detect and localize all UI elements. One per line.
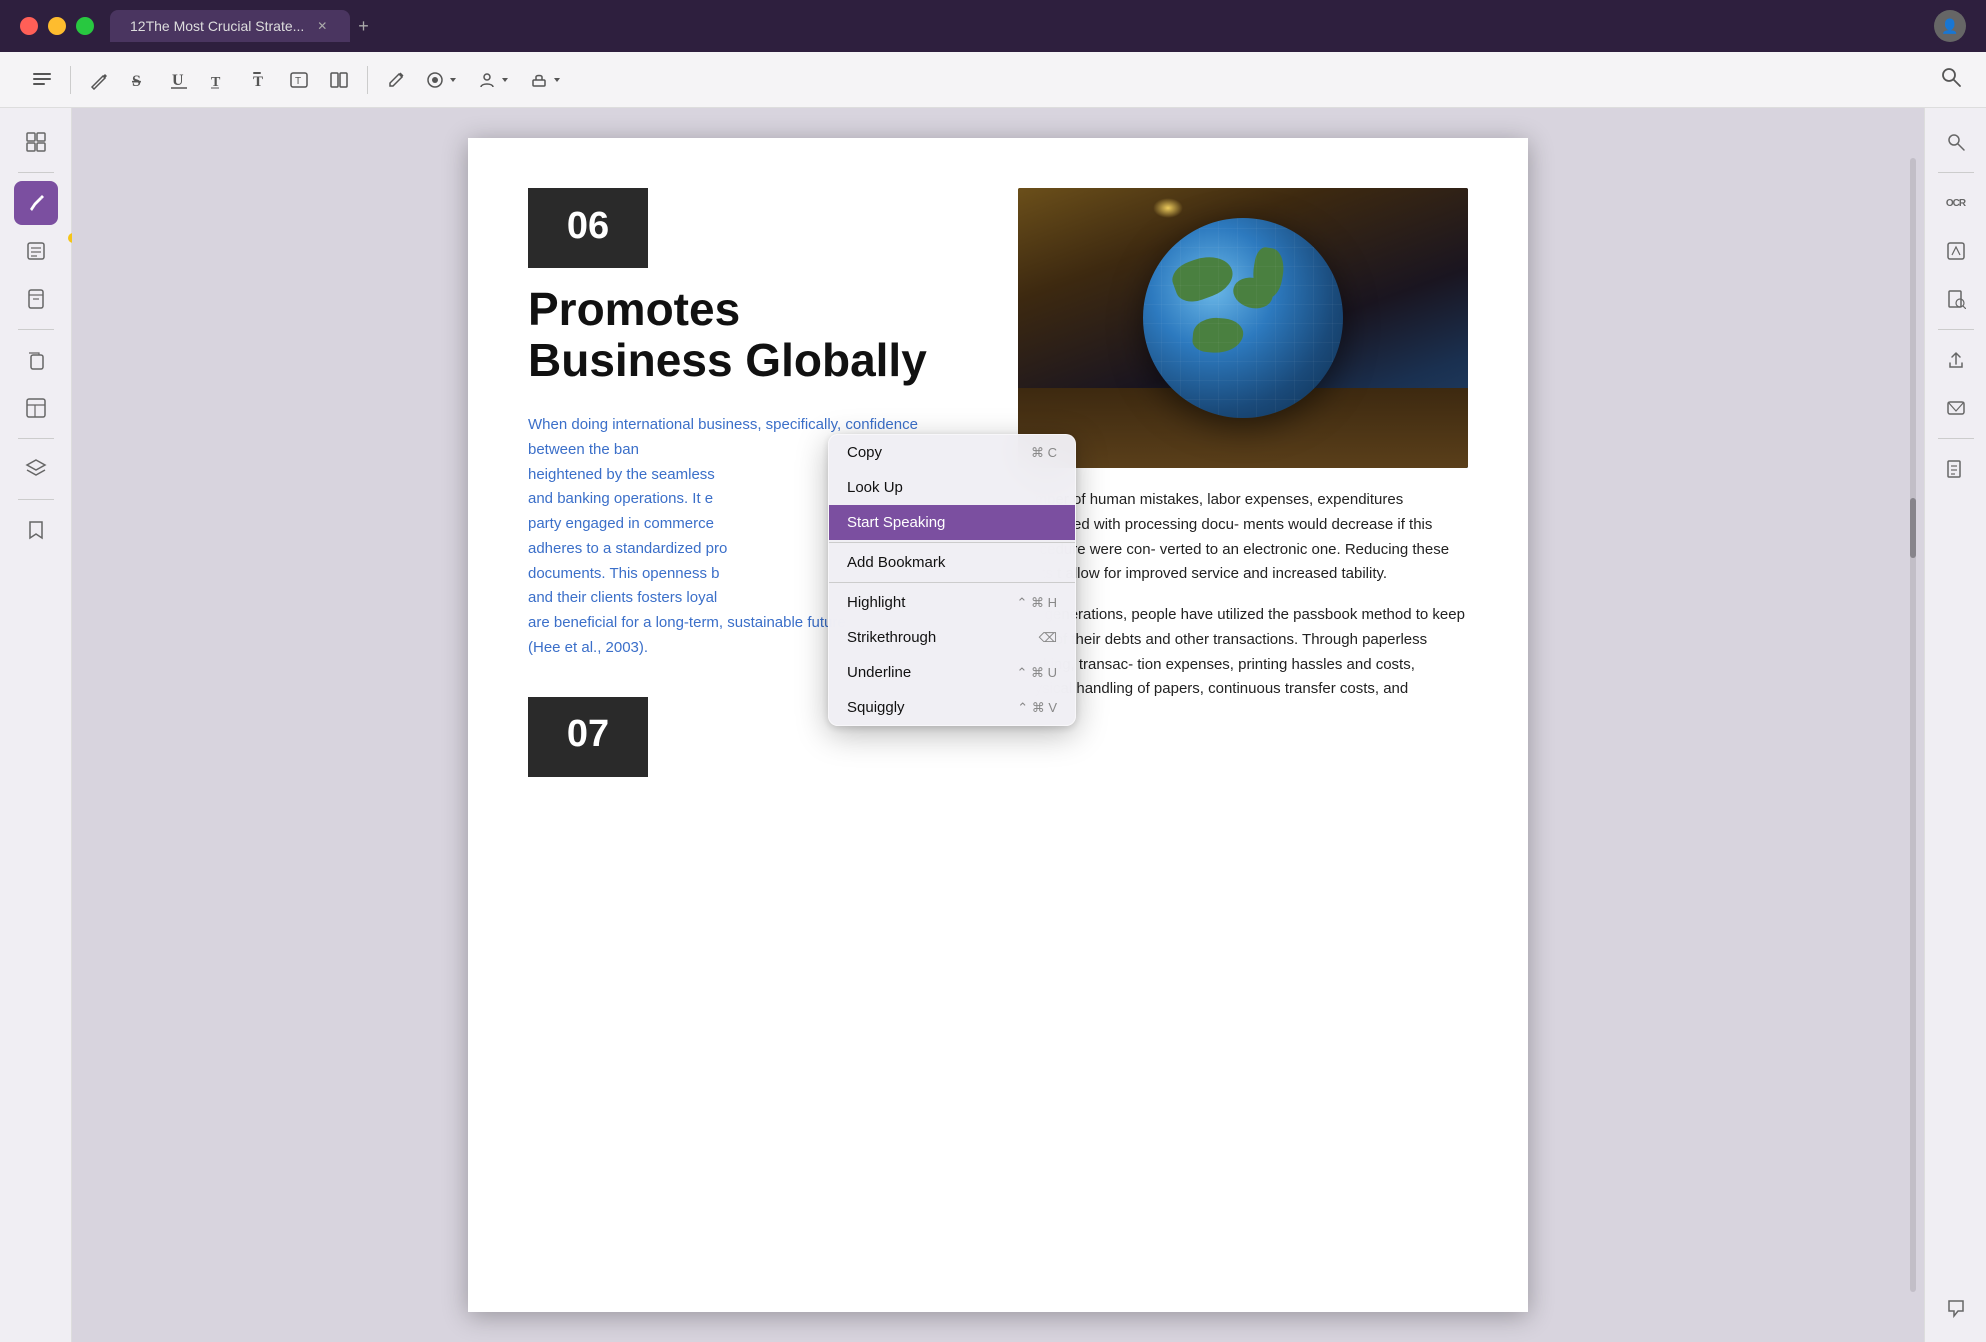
pdf-page: 06 Promotes Business Globally When doing… xyxy=(468,138,1528,1312)
copy-menu-item[interactable]: Copy ⌘ C xyxy=(829,435,1075,470)
right-sidebar-sep-3 xyxy=(1938,438,1974,439)
avatar: 👤 xyxy=(1934,10,1966,42)
tab-bar: 12The Most Crucial Strate... ✕ + xyxy=(110,10,377,42)
template-sidebar-icon[interactable] xyxy=(14,386,58,430)
bold-text-icon[interactable]: T xyxy=(241,62,277,98)
context-menu: Copy ⌘ C Look Up Start Speaking Add Book… xyxy=(828,434,1076,726)
highlight-shortcut: ⌃ ⌘ H xyxy=(1016,595,1057,611)
chapter-number: 06 xyxy=(567,205,609,248)
add-tab-button[interactable]: + xyxy=(350,12,377,41)
maximize-button[interactable] xyxy=(76,17,94,35)
look-up-menu-item[interactable]: Look Up xyxy=(829,470,1075,505)
copy-shortcut: ⌘ C xyxy=(1031,445,1057,461)
separator-2 xyxy=(367,66,368,94)
active-tab[interactable]: 12The Most Crucial Strate... ✕ xyxy=(110,10,350,42)
toolbar: S U T T T xyxy=(0,52,1986,108)
strikethrough-menu-item[interactable]: Strikethrough ⌫ xyxy=(829,620,1075,655)
content-area: 06 Promotes Business Globally When doing… xyxy=(72,108,1924,1342)
bookmark-sidebar-icon[interactable] xyxy=(14,508,58,552)
look-up-label: Look Up xyxy=(847,479,903,496)
scrollbar-track[interactable] xyxy=(1910,158,1916,1292)
search-button[interactable] xyxy=(1940,66,1962,93)
squiggly-menu-item[interactable]: Squiggly ⌃ ⌘ V xyxy=(829,690,1075,725)
search-right-icon[interactable] xyxy=(1934,120,1978,164)
annotations-icon[interactable] xyxy=(24,62,60,98)
color-fill-button[interactable] xyxy=(418,67,466,93)
sidebar-sep-4 xyxy=(18,499,54,500)
separator-1 xyxy=(70,66,71,94)
globe-image xyxy=(1018,188,1468,468)
add-bookmark-menu-item[interactable]: Add Bookmark xyxy=(829,545,1075,580)
main-layout: 06 Promotes Business Globally When doing… xyxy=(0,108,1986,1342)
svg-text:U: U xyxy=(172,72,184,89)
chapter-title-line2: Business Globally xyxy=(528,335,978,386)
titlebar: 12The Most Crucial Strate... ✕ + 👤 xyxy=(0,0,1986,52)
underline-icon[interactable]: U xyxy=(161,62,197,98)
copy-sidebar-icon[interactable] xyxy=(14,338,58,382)
traffic-lights xyxy=(20,17,94,35)
highlight-pen-icon[interactable] xyxy=(81,62,117,98)
pencil-icon[interactable] xyxy=(378,62,414,98)
add-bookmark-label: Add Bookmark xyxy=(847,554,945,571)
underline-menu-item[interactable]: Underline ⌃ ⌘ U xyxy=(829,655,1075,690)
menu-separator-1 xyxy=(829,542,1075,543)
chapter-07-number: 07 xyxy=(567,713,609,756)
comment-icon[interactable] xyxy=(1934,1286,1978,1330)
highlight-label: Highlight xyxy=(847,594,905,611)
strikethrough-label: Strikethrough xyxy=(847,629,936,646)
text-size-icon[interactable]: T xyxy=(201,62,237,98)
sidebar-sep-3 xyxy=(18,438,54,439)
edit-right-icon[interactable] xyxy=(1934,229,1978,273)
chapter-box: 06 xyxy=(528,188,648,268)
text-box-icon[interactable]: T xyxy=(281,62,317,98)
scrollbar-thumb[interactable] xyxy=(1910,498,1916,558)
chapter-title: Promotes Business Globally xyxy=(528,284,978,385)
strikethrough-shortcut: ⌫ xyxy=(1039,630,1057,646)
minimize-button[interactable] xyxy=(48,17,66,35)
layers-sidebar-icon[interactable] xyxy=(14,447,58,491)
right-sidebar-sep-1 xyxy=(1938,172,1974,173)
chapter-title-line1: Promotes xyxy=(528,284,978,335)
tab-close-button[interactable]: ✕ xyxy=(314,18,330,34)
underline-shortcut: ⌃ ⌘ U xyxy=(1016,665,1057,681)
columns-icon[interactable] xyxy=(321,62,357,98)
close-button[interactable] xyxy=(20,17,38,35)
svg-text:S: S xyxy=(132,73,141,90)
convert-icon[interactable] xyxy=(1934,447,1978,491)
tab-title: 12The Most Crucial Strate... xyxy=(130,18,304,34)
menu-separator-2 xyxy=(829,582,1075,583)
squiggly-shortcut: ⌃ ⌘ V xyxy=(1017,700,1057,716)
right-sidebar-sep-2 xyxy=(1938,329,1974,330)
stamp-button[interactable] xyxy=(522,67,570,93)
person-button[interactable] xyxy=(470,67,518,93)
start-speaking-label: Start Speaking xyxy=(847,514,945,531)
sidebar-sep-2 xyxy=(18,329,54,330)
share-icon[interactable] xyxy=(1934,338,1978,382)
email-icon[interactable] xyxy=(1934,386,1978,430)
thumbnail-icon[interactable] xyxy=(14,120,58,164)
ocr-icon[interactable]: OCR xyxy=(1934,181,1978,225)
right-body-text-1: number of human mistakes, labor expenses… xyxy=(1018,488,1468,702)
highlight-menu-item[interactable]: Highlight ⌃ ⌘ H xyxy=(829,585,1075,620)
highlight-sidebar-icon[interactable] xyxy=(14,181,58,225)
strikethrough-icon[interactable]: S xyxy=(121,62,157,98)
sidebar-sep-1 xyxy=(18,172,54,173)
right-column: number of human mistakes, labor expenses… xyxy=(1018,188,1468,1262)
globe-sphere xyxy=(1143,218,1343,418)
squiggly-label: Squiggly xyxy=(847,699,905,716)
left-sidebar xyxy=(0,108,72,1342)
bookmarks-sidebar-icon[interactable] xyxy=(14,277,58,321)
notes-sidebar-icon[interactable] xyxy=(14,229,58,273)
svg-text:T: T xyxy=(295,76,301,87)
right-sidebar: OCR xyxy=(1924,108,1986,1342)
underline-label: Underline xyxy=(847,664,911,681)
copy-label: Copy xyxy=(847,444,882,461)
pdf-search-right-icon[interactable] xyxy=(1934,277,1978,321)
start-speaking-menu-item[interactable]: Start Speaking xyxy=(829,505,1075,540)
svg-text:T: T xyxy=(253,74,263,90)
